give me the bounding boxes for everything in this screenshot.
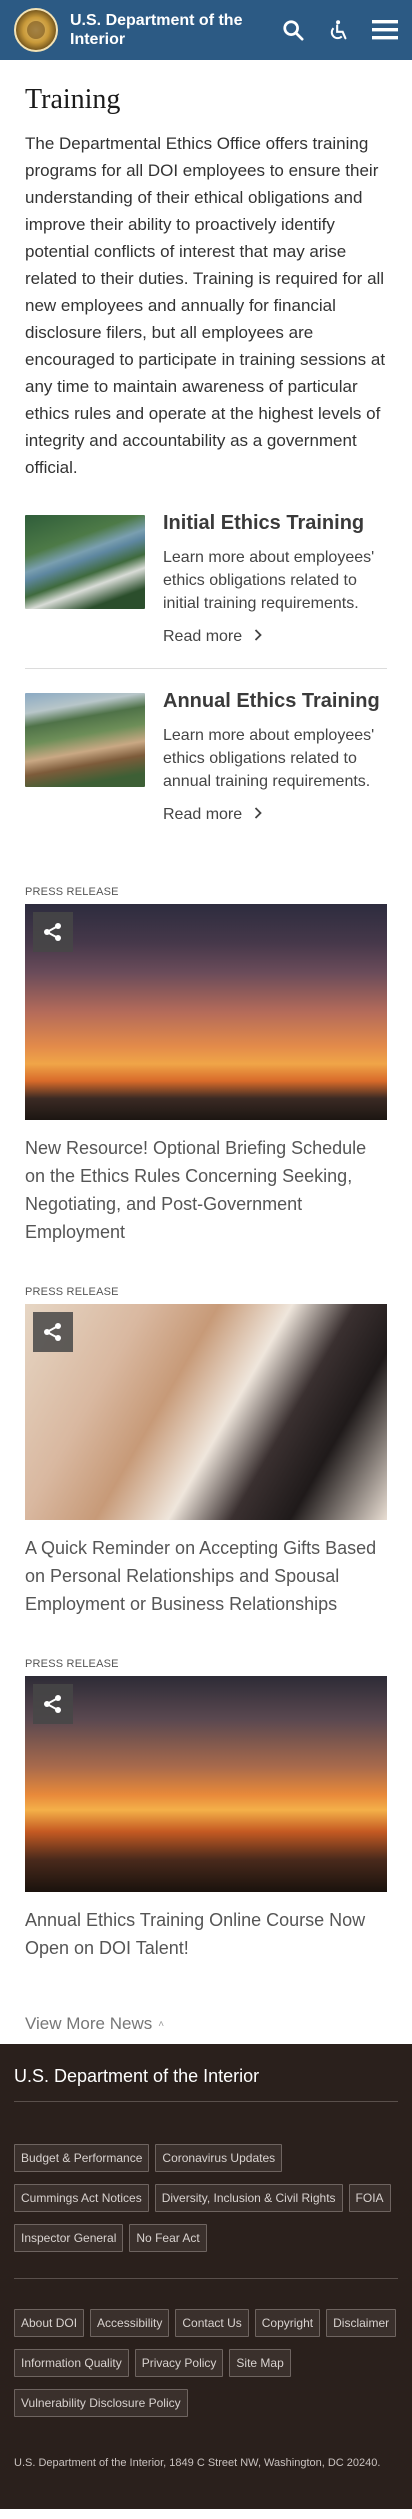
main-content: Training The Departmental Ethics Office …	[0, 84, 412, 2040]
footer-link[interactable]: Budget & Performance	[14, 2144, 150, 2172]
footer-title[interactable]: U.S. Department of the Interior	[14, 2066, 398, 2102]
footer-link[interactable]: No Fear Act	[129, 2224, 207, 2252]
view-more-label: View More News	[25, 2014, 153, 2033]
doi-seal-icon[interactable]	[14, 8, 58, 52]
share-icon	[44, 1695, 61, 1713]
press-release-image[interactable]	[25, 904, 387, 1120]
intro-paragraph: The Departmental Ethics Office offers tr…	[25, 134, 386, 477]
read-more-link[interactable]: Read more	[163, 628, 387, 646]
share-button[interactable]	[33, 1684, 73, 1724]
press-release-card[interactable]: PRESS RELEASE A Quick Reminder on Accept…	[25, 1286, 387, 1618]
press-release-label: PRESS RELEASE	[25, 1658, 119, 1670]
chevron-right-icon	[254, 806, 262, 824]
caret-icon: ˄	[158, 2018, 165, 2030]
view-more-news-link[interactable]: View More News ˄	[25, 2014, 387, 2040]
press-release-card[interactable]: PRESS RELEASE New Resource! Optional Bri…	[25, 886, 387, 1246]
search-icon[interactable]	[280, 17, 306, 43]
training-description: Learn more about employees' ethics oblig…	[163, 727, 375, 790]
share-icon	[44, 923, 61, 941]
footer-address: U.S. Department of the Interior, 1849 C …	[14, 2457, 381, 2469]
chevron-right-icon	[254, 628, 262, 646]
press-release-title[interactable]: New Resource! Optional Briefing Schedule…	[25, 1134, 387, 1246]
footer-link[interactable]: Information Quality	[14, 2349, 129, 2377]
press-release-card[interactable]: PRESS RELEASE Annual Ethics Training Onl…	[25, 1658, 387, 1962]
press-release-image[interactable]	[25, 1304, 387, 1520]
footer-links-primary: Budget & Performance Coronavirus Updates…	[14, 2144, 398, 2272]
share-button[interactable]	[33, 1312, 73, 1352]
share-icon	[44, 1323, 61, 1341]
press-release-title[interactable]: A Quick Reminder on Accepting Gifts Base…	[25, 1534, 387, 1618]
training-body: Initial Ethics Training Learn more about…	[163, 512, 387, 646]
site-title[interactable]: U.S. Department of the Interior	[70, 11, 260, 49]
footer-link[interactable]: About DOI	[14, 2309, 85, 2337]
share-button[interactable]	[33, 912, 73, 952]
footer-link[interactable]: Contact Us	[175, 2309, 249, 2337]
header-actions	[280, 17, 398, 43]
training-thumbnail[interactable]	[25, 515, 145, 609]
footer-link[interactable]: Site Map	[229, 2349, 291, 2377]
read-more-link[interactable]: Read more	[163, 806, 387, 824]
press-release-title[interactable]: Annual Ethics Training Online Course Now…	[25, 1906, 387, 1962]
training-card[interactable]: Initial Ethics Training Learn more about…	[25, 481, 387, 668]
training-card[interactable]: Annual Ethics Training Learn more about …	[25, 669, 387, 846]
training-thumbnail[interactable]	[25, 693, 145, 787]
footer-link[interactable]: Coronavirus Updates	[155, 2144, 283, 2172]
press-release-image[interactable]	[25, 1676, 387, 1892]
footer-link[interactable]: Diversity, Inclusion & Civil Rights	[154, 2184, 343, 2212]
footer-link[interactable]: Disclaimer	[326, 2309, 397, 2337]
footer-link[interactable]: Vulnerability Disclosure Policy	[14, 2389, 188, 2417]
read-more-label: Read more	[163, 628, 243, 645]
training-body: Annual Ethics Training Learn more about …	[163, 690, 387, 824]
footer-link[interactable]: FOIA	[348, 2184, 391, 2212]
training-description: Learn more about employees' ethics oblig…	[163, 549, 375, 612]
training-title[interactable]: Annual Ethics Training	[163, 689, 387, 713]
read-more-label: Read more	[163, 806, 243, 823]
menu-icon[interactable]	[372, 17, 398, 43]
footer-link[interactable]: Inspector General	[14, 2224, 124, 2252]
site-footer: U.S. Department of the Interior Budget &…	[0, 2044, 412, 2509]
footer-link[interactable]: Accessibility	[90, 2309, 170, 2337]
press-release-label: PRESS RELEASE	[25, 886, 119, 898]
footer-link[interactable]: Cummings Act Notices	[14, 2184, 149, 2212]
page-title: Training	[25, 84, 121, 115]
training-title[interactable]: Initial Ethics Training	[163, 511, 387, 535]
site-header: U.S. Department of the Interior	[0, 0, 412, 60]
press-release-label: PRESS RELEASE	[25, 1286, 119, 1298]
footer-link[interactable]: Privacy Policy	[134, 2349, 224, 2377]
footer-links-secondary: About DOI Accessibility Contact Us Copyr…	[14, 2278, 398, 2437]
footer-link[interactable]: Copyright	[254, 2309, 321, 2337]
accessibility-icon[interactable]	[326, 17, 352, 43]
